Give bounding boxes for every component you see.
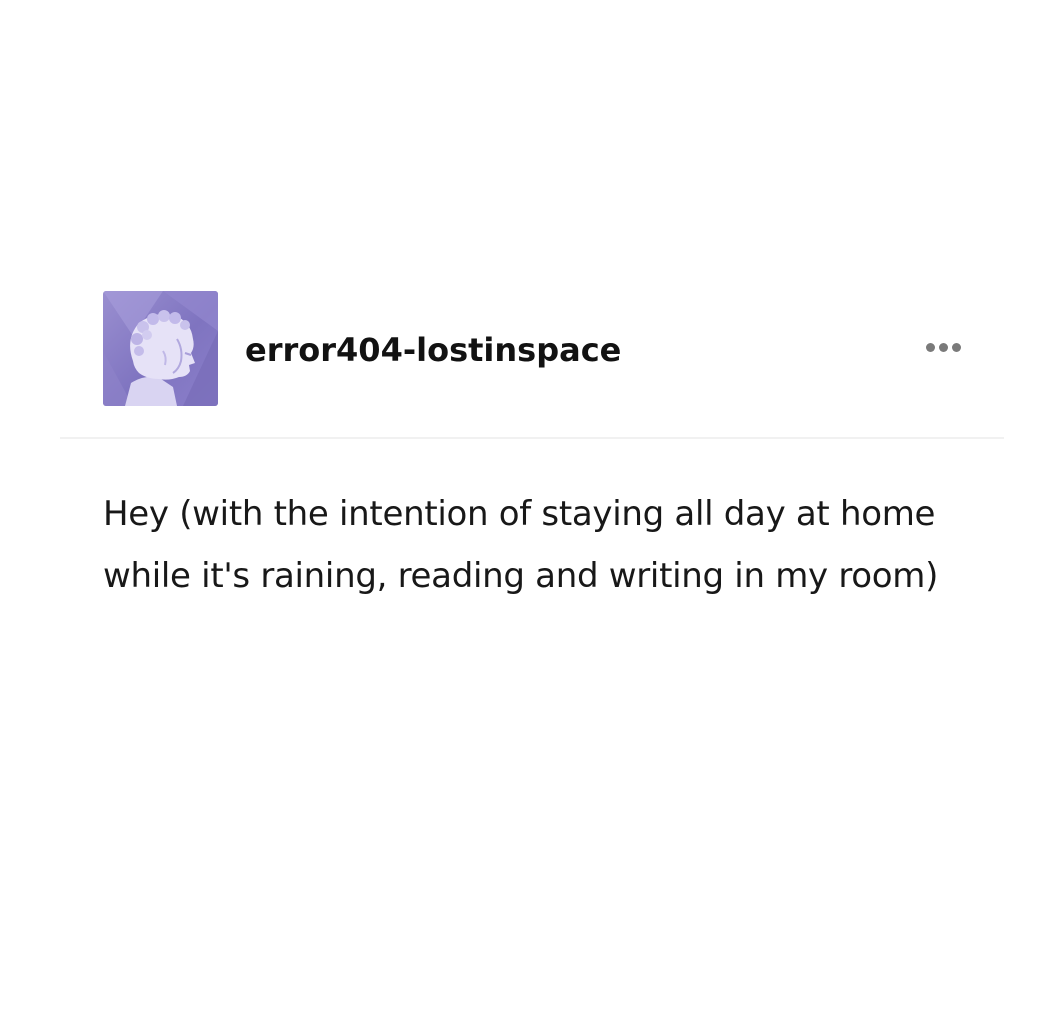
- post-header: error404-lostinspace: [60, 290, 1004, 408]
- more-options-icon: [938, 342, 948, 352]
- post-body-text: Hey (with the intention of staying all d…: [103, 494, 939, 596]
- more-options-button[interactable]: [915, 332, 971, 362]
- avatar[interactable]: [103, 291, 218, 406]
- more-options-icon: [951, 342, 961, 352]
- more-options-icon: [925, 342, 935, 352]
- statue-head-icon: [103, 291, 218, 406]
- blog-name[interactable]: error404-lostinspace: [245, 330, 621, 370]
- post-card: error404-lostinspace Hey (with the inten…: [60, 290, 1004, 596]
- header-divider: [60, 437, 1004, 439]
- page: error404-lostinspace Hey (with the inten…: [0, 0, 1064, 1028]
